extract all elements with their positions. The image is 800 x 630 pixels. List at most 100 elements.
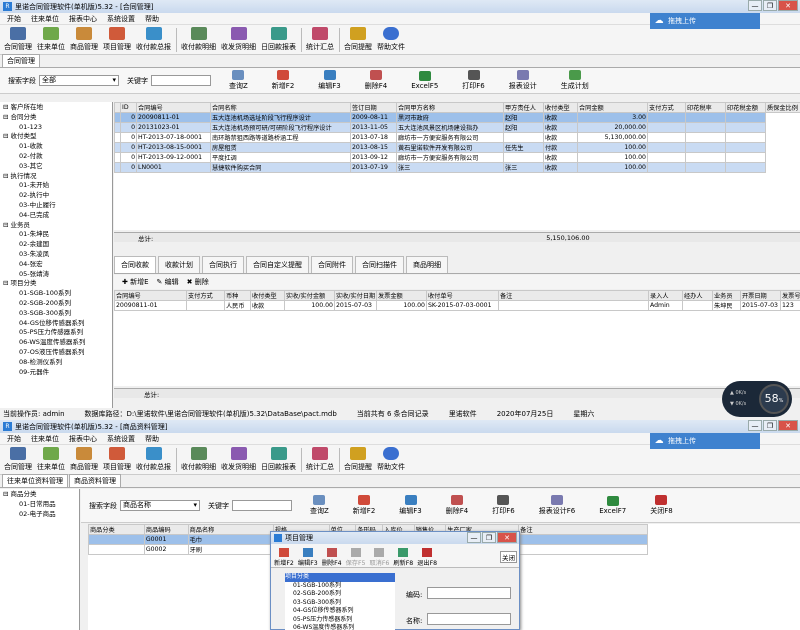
tree-node[interactable]: ⊟ 客户所在地 [3, 103, 112, 113]
tree-node[interactable]: 02-电子商品 [3, 510, 79, 520]
tab-receipt-plan[interactable]: 收款计划 [158, 256, 200, 273]
maximize-button[interactable]: ❐ [763, 0, 777, 11]
tree-node[interactable]: 01-朱坤民 [3, 230, 112, 240]
generate-plan-button[interactable]: 生成计划 [561, 70, 589, 91]
dialog-save-button[interactable]: 保存F5 [346, 548, 366, 567]
tree-node[interactable]: 01-123 [3, 123, 112, 133]
name-input[interactable] [427, 613, 511, 625]
dialog-close-label-button[interactable]: 关闭 [500, 551, 517, 563]
close-tab-button[interactable]: 关闭F8 [650, 495, 673, 516]
tree-node[interactable]: 项目分类 [285, 573, 395, 582]
tree-node[interactable]: 05-张靖涛 [3, 270, 112, 280]
tree-node[interactable]: ⊟ 项目分类 [3, 279, 112, 289]
tree-node[interactable]: ⊟ 合同分类 [3, 113, 112, 123]
tree-node[interactable]: 04-张宏 [3, 260, 112, 270]
delete-button[interactable]: 删除F4 [446, 495, 468, 516]
menu-start[interactable]: 开始 [2, 434, 26, 444]
column-header[interactable]: 质保金比例 [765, 102, 800, 113]
column-header[interactable]: 经办人 [682, 290, 713, 301]
tree-node[interactable]: 02-执行中 [3, 191, 112, 201]
column-header[interactable]: 发票金额 [376, 290, 427, 301]
statistics-button[interactable]: 统计汇总 [306, 27, 334, 52]
network-speed-widget[interactable]: ▲ 0K/s ▼ 0K/s 58% [722, 381, 792, 417]
dialog-minimize-button[interactable]: — [467, 532, 481, 543]
tree-node[interactable]: 03-SGB-300系列 [3, 309, 112, 319]
tree-node[interactable]: 01-日常用品 [3, 500, 79, 510]
tab-scans[interactable]: 合同扫描件 [355, 256, 404, 273]
detail-add-button[interactable]: ✚ 新增E [122, 277, 149, 287]
tree-node[interactable]: 05-PS压力传感器系列 [3, 328, 112, 338]
column-header[interactable]: 实收/实付金额 [284, 290, 335, 301]
tree-node[interactable]: 06-WS温度传感器系列 [3, 338, 112, 348]
shipment-detail-button[interactable]: 收发货明细 [221, 447, 256, 472]
minimize-button[interactable]: — [748, 420, 762, 431]
minimize-button[interactable]: — [748, 0, 762, 11]
table-row[interactable]: 0 20090811-01 五大连池机场选址阶段飞行程序设计 2009-08-11 黑河… [114, 112, 800, 123]
tree-node[interactable]: 09-元器件 [3, 368, 112, 378]
dialog-close-button[interactable]: ✕ [497, 532, 517, 543]
table-row[interactable]: 0 HT-2013-07-18-0001 南环路禁狙西路等道路桥涵工程 2013-07… [114, 132, 800, 143]
maximize-button[interactable]: ❐ [763, 420, 777, 431]
print-button[interactable]: 打印F6 [492, 495, 515, 516]
dialog-delete-button[interactable]: 删除F4 [322, 548, 342, 567]
dialog-maximize-button[interactable]: ❐ [482, 532, 496, 543]
column-header[interactable]: 合同名称 [210, 102, 351, 113]
dialog-edit-button[interactable]: 编辑F3 [298, 548, 318, 567]
tree-node[interactable]: 04-GS位移传感器系列 [285, 607, 395, 616]
column-header[interactable]: 签订日期 [350, 102, 397, 113]
dialog-add-button[interactable]: 新增F2 [274, 548, 294, 567]
daily-receipt-button[interactable]: 日回款报表 [261, 27, 296, 52]
print-button[interactable]: 打印F6 [462, 70, 485, 91]
cloud-upload-button[interactable]: ☁ 拖拽上传 [650, 433, 760, 449]
partners-button[interactable]: 往来单位 [37, 447, 65, 472]
column-header[interactable]: 合同甲方名称 [396, 102, 504, 113]
payment-summary-button[interactable]: 收付款总报 [136, 447, 171, 472]
menu-help[interactable]: 帮助 [140, 434, 164, 444]
column-header[interactable]: 收付类型 [543, 102, 578, 113]
code-input[interactable] [427, 587, 511, 599]
tree-node[interactable]: 03-中止履行 [3, 201, 112, 211]
tab-custom-reminder[interactable]: 合同自定义提醒 [246, 256, 309, 273]
column-header[interactable]: 备注 [498, 290, 649, 301]
tree-node[interactable]: 04-已完成 [3, 211, 112, 221]
detail-edit-button[interactable]: ✎ 编辑 [157, 277, 179, 287]
column-header[interactable]: 录入人 [648, 290, 683, 301]
tree-node[interactable]: 06-WS温度传感器系列 [285, 624, 395, 630]
column-header[interactable]: 商品分类 [88, 524, 145, 535]
table-row[interactable]: 0 20131023-01 五大连池机场预可研/可研阶段飞行程序设计 2013-11-… [114, 122, 800, 133]
help-file-button[interactable]: 帮助文件 [377, 447, 405, 472]
shipment-detail-button[interactable]: 收发货明细 [221, 27, 256, 52]
tree-node[interactable]: 01-SGB-100系列 [285, 582, 395, 591]
dialog-exit-button[interactable]: 退出F8 [417, 548, 437, 567]
report-design-button[interactable]: 报表设计F6 [539, 495, 575, 516]
column-header[interactable]: 开票日期 [740, 290, 781, 301]
dialog-cancel-button[interactable]: 取消F6 [370, 548, 389, 567]
add-button[interactable]: 新增F2 [353, 495, 375, 516]
menu-partners[interactable]: 往来单位 [26, 434, 64, 444]
contract-management-button[interactable]: 合同管理 [4, 27, 32, 52]
contract-grid[interactable]: ID 合同编号 合同名称 签订日期 合同甲方名称 甲方责任人 收付类型 合同金额 支付方式 印花税… [114, 102, 800, 230]
close-button[interactable]: ✕ [778, 420, 798, 431]
menu-reports[interactable]: 报表中心 [64, 434, 102, 444]
tree-node[interactable]: ⊟ 商品分类 [3, 490, 79, 500]
menu-reports[interactable]: 报表中心 [64, 14, 102, 24]
search-field-select[interactable]: 商品名称 [120, 500, 200, 511]
column-header[interactable]: 印花税率 [685, 102, 726, 113]
dialog-refresh-button[interactable]: 刷新F8 [393, 548, 413, 567]
partners-button[interactable]: 往来单位 [37, 27, 65, 52]
tree-node[interactable]: 04-GS位移传感器系列 [3, 319, 112, 329]
tree-node[interactable]: 02-SGB-200系列 [285, 590, 395, 599]
cloud-upload-button[interactable]: ☁ 拖拽上传 [650, 13, 760, 29]
detail-delete-button[interactable]: ✖ 删除 [187, 277, 209, 287]
column-header[interactable]: 合同编号 [114, 290, 187, 301]
statistics-button[interactable]: 统计汇总 [306, 447, 334, 472]
column-header[interactable]: 印花税金额 [725, 102, 766, 113]
tab-contract-management[interactable]: 合同管理 [2, 54, 40, 67]
payment-detail-button[interactable]: 收付款明细 [181, 27, 216, 52]
tab-goods-detail[interactable]: 商品明细 [406, 256, 448, 273]
search-field-select[interactable]: 全部 [39, 75, 119, 86]
column-header[interactable]: 甲方责任人 [503, 102, 544, 113]
column-header[interactable]: 备注 [518, 524, 648, 535]
tab-contract-execution[interactable]: 合同执行 [202, 256, 244, 273]
tree-node[interactable]: ⊟ 业务员 [3, 221, 112, 231]
